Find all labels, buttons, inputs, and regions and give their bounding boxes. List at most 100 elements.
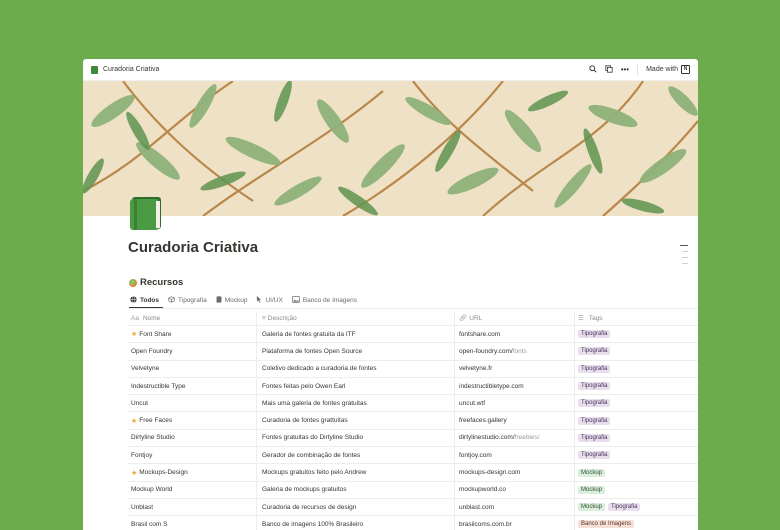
url-link[interactable]: indestructibletype.com [459,383,524,390]
cell-name[interactable]: Open Foundry [127,343,257,360]
more-icon[interactable]: ••• [621,65,629,74]
table-row[interactable]: Open Foundry Plataforma de fontes Open So… [127,343,698,361]
table-row[interactable]: ★ Free Faces Curadoria de fontes grattuita… [127,412,698,430]
cell-tags[interactable]: Tipografia [575,361,698,377]
cell-tags[interactable]: Banco de Imagens [575,516,698,530]
url-link[interactable]: fontjoy.com [459,452,492,459]
cell-description[interactable]: Banco de imagens 100% Brasileiro [257,516,455,530]
url-link[interactable]: unblast.com [459,504,494,511]
cell-description[interactable]: Galeria de mockups gratuitos [257,481,455,498]
table-row[interactable]: Velvetyne Coletivo dedicado a curadoria d… [127,360,698,378]
tag-badge[interactable]: Mockup [578,485,606,494]
cell-description[interactable]: Galeria de fontes gratuita da ITF [257,326,455,343]
cell-description[interactable]: Fontes feitas pelo Owen Earl [257,377,455,395]
cell-name[interactable]: Uncut [127,395,257,412]
cell-tags[interactable]: Tipografia [575,412,698,428]
tag-badge[interactable]: Tipografia [578,382,611,391]
cell-url[interactable]: unblast.com [455,498,575,516]
tag-badge[interactable]: Tipografia [608,503,641,512]
cell-name[interactable]: ★ Mockups-Design [127,464,257,481]
cell-url[interactable]: brasilcoms.com.br [455,516,575,530]
breadcrumb[interactable]: Curadoria Criativa [91,65,589,74]
url-link[interactable]: velvetyne.fr [459,365,492,372]
cell-tags[interactable]: Tipografia [575,395,698,411]
column-header-tags[interactable]: ☰ Tags [575,311,698,325]
cell-url[interactable]: velvetyne.fr [455,360,575,377]
cell-description[interactable]: Mockups gratuitos feito pelo Andrew [257,464,455,481]
cell-url[interactable]: fontjoy.com [455,447,575,464]
tag-badge[interactable]: Tipografia [578,433,611,442]
table-row[interactable]: Unblast Curadoria de recursos de design un… [127,498,698,517]
table-row[interactable]: ★ Mockups-Design Mockups gratuitos feito p… [127,464,698,482]
cell-name[interactable]: Indestructible Type [127,377,257,395]
tag-badge[interactable]: Banco de Imagens [578,520,635,529]
column-header-url[interactable]: 🔗︎ URL [455,311,575,325]
url-link[interactable]: mockups-design.com [459,469,520,476]
cell-name[interactable]: ★ Font Share [127,326,257,343]
table-row[interactable]: Uncut Mais uma galeria de fontes gratuita… [127,395,698,413]
cell-description[interactable]: Curadoria de recursos de design [257,498,455,516]
tag-badge[interactable]: Tipografia [578,347,611,356]
url-link[interactable]: dirtylinestudio.com/ [459,434,515,441]
book-page-icon[interactable] [129,195,163,231]
table-row[interactable]: Indestructible Type Fontes feitas pelo Ow… [127,377,698,396]
cell-url[interactable]: dirtylinestudio.com/freebies/ [455,429,575,447]
cell-url[interactable]: mockups-design.com [455,464,575,481]
tab-tipografia[interactable]: Tipografia [168,296,207,305]
column-header-nome[interactable]: Aa Nome [127,311,257,325]
cell-description[interactable]: Coletivo dedicado a curadoria de fontes [257,360,455,377]
table-row[interactable]: ★ Font Share Galeria de fontes gratuita da… [127,326,698,344]
url-suffix[interactable]: fonts [513,348,527,355]
url-link[interactable]: mockupworld.co [459,486,506,493]
duplicate-icon[interactable] [605,64,613,75]
tag-badge[interactable]: Tipografia [578,416,611,425]
cell-url[interactable]: mockupworld.co [455,481,575,498]
table-row[interactable]: Brasil com S Banco de imagens 100% Brasil… [127,516,698,530]
url-link[interactable]: fontshare.com [459,331,500,338]
url-link[interactable]: freefaces.gallery [459,417,507,424]
cell-tags[interactable]: Tipografia [575,378,698,394]
tag-badge[interactable]: Mockup [578,503,606,512]
cell-name[interactable]: Fontjoy [127,447,257,464]
cell-name[interactable]: ★ Free Faces [127,412,257,429]
tag-badge[interactable]: Tipografia [578,451,611,460]
cell-url[interactable]: open-foundry.com/fonts [455,343,575,360]
cell-tags[interactable]: Tipografia [575,326,698,342]
tag-badge[interactable]: Tipografia [578,330,611,339]
cell-description[interactable]: Gerador de combinação de fontes [257,447,455,464]
cell-url[interactable]: uncut.wtf [455,395,575,412]
cell-name[interactable]: Mockup World [127,481,257,498]
tab-mockup[interactable]: Mockup [216,296,247,305]
tab-banco-de-imagens[interactable]: Banco de Imagens [291,296,357,305]
tag-badge[interactable]: Tipografia [578,364,611,373]
tab-todos[interactable]: Todos [130,296,159,305]
url-link[interactable]: brasilcoms.com.br [459,521,512,528]
tab-ui-ux[interactable]: UI/UX [256,296,283,305]
column-header-descricao[interactable]: ≡ Descrição [257,311,455,325]
cell-description[interactable]: Curadoria de fontes grattuitas [257,412,455,429]
table-row[interactable]: Dirtyline Studio Fontes gratuitas do Dirt… [127,429,698,448]
cell-tags[interactable]: Mockup [575,482,698,498]
cell-url[interactable]: freefaces.gallery [455,412,575,429]
search-icon[interactable] [589,64,597,75]
cell-description[interactable]: Mais uma galeria de fontes gratuitas [257,395,455,412]
cell-tags[interactable]: Tipografia [575,430,698,446]
cell-url[interactable]: fontshare.com [455,326,575,343]
cell-tags[interactable]: Tipografia [575,447,698,463]
cell-tags[interactable]: Mockup Tipografia [575,499,698,515]
cell-url[interactable]: indestructibletype.com [455,377,575,395]
cell-name[interactable]: Unblast [127,498,257,516]
made-with-notion-button[interactable]: Made with N [646,65,690,74]
url-link[interactable]: uncut.wtf [459,400,485,407]
tag-badge[interactable]: Tipografia [578,399,611,408]
cell-description[interactable]: Plataforma de fontes Open Source [257,343,455,360]
url-link[interactable]: open-foundry.com/ [459,348,513,355]
table-row[interactable]: Fontjoy Gerador de combinação de fontes fo… [127,447,698,465]
table-row[interactable]: Mockup World Galeria de mockups gratuitos… [127,481,698,499]
cell-description[interactable]: Fontes gratuitas do Dirtyline Studio [257,429,455,447]
cell-tags[interactable]: Mockup [575,464,698,480]
cell-name[interactable]: Velvetyne [127,360,257,377]
cell-tags[interactable]: Tipografia [575,343,698,359]
tag-badge[interactable]: Mockup [578,468,606,477]
url-suffix[interactable]: freebies/ [515,434,540,441]
